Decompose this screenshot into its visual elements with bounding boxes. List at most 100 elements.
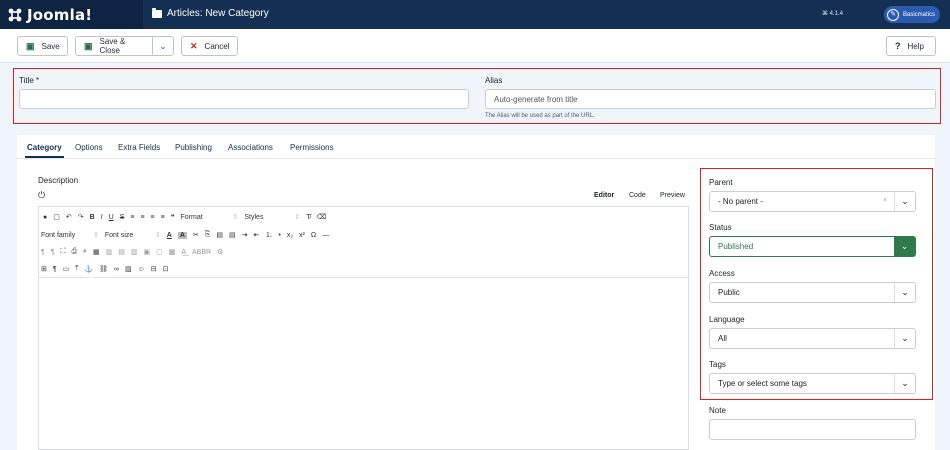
chevron-down-icon: ⌄ [894, 192, 915, 211]
media-icon[interactable]: ⊟ [151, 265, 157, 273]
strikethrough-icon[interactable]: S [120, 214, 125, 221]
image-icon[interactable]: ▨ [125, 265, 132, 273]
eraser-icon[interactable]: ⌫ [317, 213, 327, 221]
save-close-button[interactable]: ▣ Save & Close [75, 36, 153, 56]
new-document-icon[interactable]: ▢ [53, 213, 60, 221]
clear-icon[interactable]: × [883, 197, 887, 204]
font-size-dropdown[interactable]: Font size [105, 232, 149, 239]
bullet-list-icon[interactable]: • [278, 232, 280, 239]
undo-icon[interactable]: ↶ [66, 213, 72, 221]
help-button[interactable]: ? Help [886, 36, 936, 56]
superscript-icon[interactable]: x² [299, 232, 305, 239]
paste-text-icon[interactable]: ▤ [229, 231, 236, 239]
search-icon[interactable]: ⌕ [83, 248, 87, 256]
alias-input[interactable]: Auto-generate from title [485, 89, 936, 109]
abbr-icon[interactable]: ABBR [192, 249, 211, 256]
code-mode-tab[interactable]: Code [629, 192, 646, 199]
font-family-dropdown[interactable]: Font family [41, 232, 87, 239]
align-left-icon[interactable]: ≡ [130, 214, 134, 221]
language-select[interactable]: All ⌄ [709, 328, 916, 349]
app-name: Joomla! [27, 5, 93, 24]
editor-mode-tab[interactable]: Editor [594, 192, 614, 199]
subscript-icon[interactable]: x₂ [287, 232, 293, 239]
user-menu-button[interactable]: ✎ Basicmatics [884, 6, 940, 23]
description-label: Description [38, 176, 79, 185]
alias-label: Alias [485, 76, 503, 85]
anchor-icon[interactable]: ⚓ [84, 265, 93, 273]
toolbar: ▣ Save ▣ Save & Close ⌄ ✕ Cancel ? Help [0, 29, 950, 63]
folder-icon [152, 7, 162, 18]
cancel-button[interactable]: ✕ Cancel [181, 36, 238, 56]
chevron-down-icon: ⌄ [894, 237, 915, 256]
cut-icon[interactable]: ✂ [193, 231, 199, 239]
save-icon: ▣ [26, 40, 35, 51]
note-input[interactable] [709, 419, 916, 440]
table-col-icon[interactable]: ▥ [131, 248, 138, 256]
blockquote-icon[interactable]: ❝ [171, 213, 175, 221]
tab-extra-fields[interactable]: Extra Fields [118, 143, 160, 152]
emoji-icon[interactable]: ☺ [138, 266, 145, 273]
tab-associations[interactable]: Associations [228, 143, 273, 152]
template-icon[interactable]: ⊡ [163, 265, 169, 273]
format-chevron-icon: ⇕ [232, 214, 239, 221]
tab-options[interactable]: Options [75, 143, 103, 152]
align-right-icon[interactable]: ≡ [151, 214, 155, 221]
parent-select[interactable]: - No parent - × ⌄ [709, 191, 916, 212]
tags-placeholder: Type or select some tags [718, 379, 807, 388]
clear-formatting-icon[interactable]: T̸ [306, 214, 310, 221]
table-cell-icon[interactable]: ▥ [106, 248, 113, 256]
horizontal-rule-icon[interactable]: — [322, 232, 329, 239]
format-dropdown[interactable]: Format [181, 214, 227, 221]
tab-category[interactable]: Category [25, 143, 64, 158]
visual-blocks-icon[interactable]: ⊞ [41, 265, 47, 273]
table-icon[interactable]: ▦ [93, 248, 100, 256]
settings-icon[interactable]: ⚙ [217, 248, 223, 256]
print-icon[interactable]: ⎙ [71, 248, 77, 256]
tab-publishing[interactable]: Publishing [175, 143, 212, 152]
copy-icon[interactable]: ⎘ [205, 231, 211, 239]
text-color-icon[interactable]: A [167, 232, 172, 239]
split-cells-icon[interactable]: ▢ [156, 248, 163, 256]
ltr-icon[interactable]: ¶ [41, 249, 45, 256]
unlink-icon[interactable]: ⛓ [99, 265, 108, 273]
numbered-list-icon[interactable]: ⒈ [265, 230, 272, 240]
close-icon: ✕ [190, 40, 198, 51]
align-center-icon[interactable]: ≡ [140, 214, 144, 221]
delete-table-icon[interactable]: ▩ [169, 248, 176, 256]
redo-icon[interactable]: ↷ [78, 213, 84, 221]
upload-icon[interactable]: ⤒ [75, 265, 78, 273]
align-justify-icon[interactable]: ≡ [161, 214, 165, 221]
rtl-icon[interactable]: ¶ [51, 249, 55, 256]
version-label[interactable]: ⌘ 4.1.4 [822, 10, 843, 17]
paste-icon[interactable]: ▤ [216, 231, 223, 239]
save-options-dropdown[interactable]: ⌄ [152, 36, 174, 56]
tags-select[interactable]: Type or select some tags ⌄ [709, 373, 916, 394]
special-chars-icon[interactable]: Ω [311, 232, 316, 239]
page-break-icon[interactable]: ▭ [63, 265, 70, 273]
indent-icon[interactable]: ⇥ [242, 231, 248, 239]
spellcheck-icon[interactable]: A͟ [181, 249, 186, 256]
access-select[interactable]: Public ⌄ [709, 282, 916, 303]
fullscreen-icon[interactable]: ⛶ [61, 248, 66, 256]
link-icon[interactable]: ∞ [114, 266, 119, 273]
title-input[interactable] [19, 89, 469, 109]
status-select[interactable]: Published ⌄ [709, 236, 916, 257]
table-row-icon[interactable]: ▤ [118, 248, 125, 256]
toggle-editor-icon[interactable]: ⏻ [38, 190, 45, 201]
outdent-icon[interactable]: ⇤ [253, 231, 259, 239]
preview-mode-tab[interactable]: Preview [660, 192, 685, 199]
bold-icon[interactable]: B [90, 214, 95, 221]
tab-permissions[interactable]: Permissions [290, 143, 334, 152]
save-button[interactable]: ▣ Save [17, 36, 68, 56]
help-icon[interactable]: ● [43, 214, 47, 221]
brand[interactable]: Joomla! [0, 0, 143, 29]
underline-icon[interactable]: U [109, 214, 114, 221]
note-label: Note [709, 406, 726, 415]
styles-dropdown[interactable]: Styles [244, 214, 288, 221]
merge-cells-icon[interactable]: ▣ [143, 248, 150, 256]
language-value: All [718, 334, 727, 343]
visual-chars-icon[interactable]: ¶ [53, 266, 57, 273]
background-color-icon[interactable]: A [177, 231, 187, 239]
joomla-logo-icon [8, 8, 22, 21]
italic-icon[interactable]: I [101, 214, 103, 221]
